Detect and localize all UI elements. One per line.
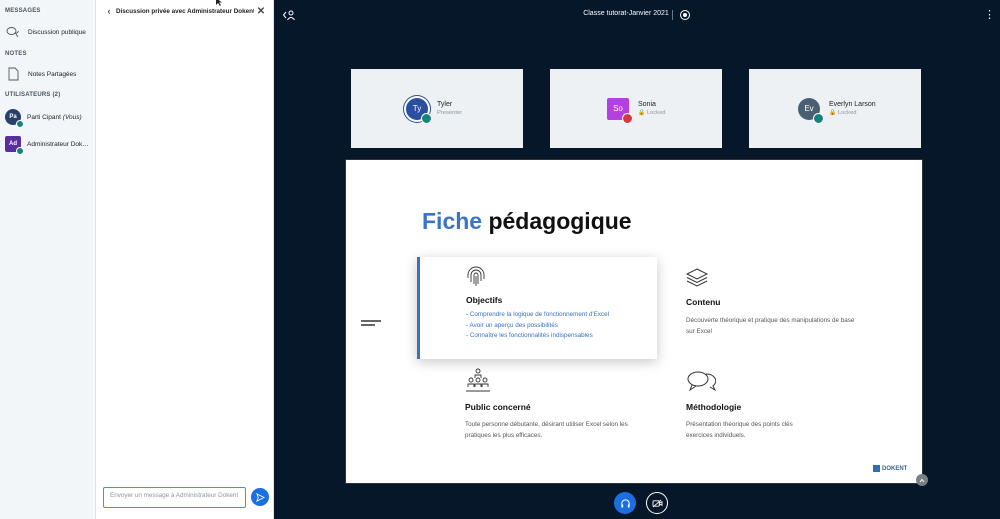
audio-button[interactable] [614,492,636,514]
objectifs-title: Objectifs [466,295,503,305]
record-icon[interactable] [680,10,690,20]
user-item-participant[interactable]: Pa Parti Cipant (Vous) [5,107,93,128]
participant-status: 🔒 Locked [829,110,857,116]
chevron-up-icon[interactable] [916,474,928,486]
user-list-panel: MESSAGES Discussion publique NOTES Notes… [0,0,96,519]
methodologie-text: Présentation théorique des points clés e… [686,421,793,439]
divider [672,10,673,20]
avatar: Ad [5,136,24,155]
file-icon [5,66,21,82]
video-off-icon [652,499,662,507]
status-icon [16,120,24,128]
public-title: Public concerné [465,402,531,412]
menu-lines-icon [361,320,381,328]
send-icon [255,492,265,502]
contenu-text: Découverte théorique et pratique des man… [686,317,855,335]
avatar: Ty [406,97,432,124]
audience-icon [466,368,490,392]
list-item: - Avoir un aperçu des possibilités [466,321,558,329]
user-name: Parti Cipant (Vous) [27,113,82,121]
methodologie-title: Méthodologie [686,402,742,412]
status-icon [16,147,24,155]
logo-mark-icon [873,465,880,472]
microphone-icon [421,112,432,124]
dokent-logo: DOKENT [873,465,907,472]
list-item: - Connaître les fonctionnalités indispen… [466,332,593,339]
objectifs-card: Objectifs - Comprendre la logique de fon… [417,257,657,359]
shared-notes-item[interactable]: Notes Partagées [5,64,93,84]
users-section-title: UTILISATEURS (2) [5,92,61,98]
list-item: - Comprendre la logique de fonctionnemen… [466,311,609,318]
video-button[interactable] [646,492,668,514]
video-tile-sonia[interactable]: So Sonia 🔒 Locked [550,69,722,148]
headphones-icon [620,498,630,508]
chat-header: ‹ Discussion privée avec Administrateur … [96,0,274,22]
slide-title: Fiche pédagogique [422,208,632,234]
layers-icon [685,268,709,287]
private-chat-panel: ‹ Discussion privée avec Administrateur … [96,0,274,519]
public-chat-label: Discussion publique [28,28,86,36]
objectifs-list: - Comprendre la logique de fonctionnemen… [466,310,609,342]
presentation-slide: Fiche pédagogique Objectifs - Comprendre… [345,159,923,484]
mouse-cursor-icon [216,0,222,6]
public-chat-item[interactable]: Discussion publique [5,22,93,42]
more-vertical-icon[interactable]: ⋮ [984,9,995,23]
messages-section-title: MESSAGES [5,8,41,14]
fingerprint-icon [467,266,485,286]
toggle-user-list-icon[interactable] [282,9,296,21]
participant-name: Tyler [437,101,453,108]
video-tile-everlyn[interactable]: Ev Everlyn Larson 🔒 Locked [749,69,921,148]
speech-bubbles-icon [687,371,716,392]
chat-bubbles-icon [5,24,21,40]
chat-message-input[interactable]: Envoyer un message à Administrateur Doke… [103,487,246,508]
microphone-icon [813,112,824,124]
user-item-admin[interactable]: Ad Administrateur Doke... [5,134,93,155]
close-icon[interactable]: ✕ [254,6,268,17]
notes-section-title: NOTES [5,51,27,57]
avatar: Pa [5,109,24,128]
contenu-title: Contenu [686,297,721,307]
participant-name: Sonia [638,101,656,108]
user-name: Administrateur Doke... [27,140,91,148]
participant-name: Everlyn Larson [829,101,876,108]
participant-role: Presenter [437,110,463,116]
shared-notes-label: Notes Partagées [28,70,77,78]
microphone-muted-icon [622,112,633,124]
chevron-left-icon[interactable]: ‹ [102,6,116,16]
top-bar: Classe tutorat-Janvier 2021 ⋮ [274,0,1000,30]
participant-status: 🔒 Locked [638,110,666,116]
video-tile-tyler[interactable]: Ty Tyler Presenter [351,69,523,148]
send-button[interactable] [251,488,269,506]
chat-title: Discussion privée avec Administrateur Do… [116,7,254,15]
avatar: Ev [798,97,824,124]
avatar: So [607,97,633,124]
public-text: Toute personne débutante, désirant utili… [465,421,628,439]
